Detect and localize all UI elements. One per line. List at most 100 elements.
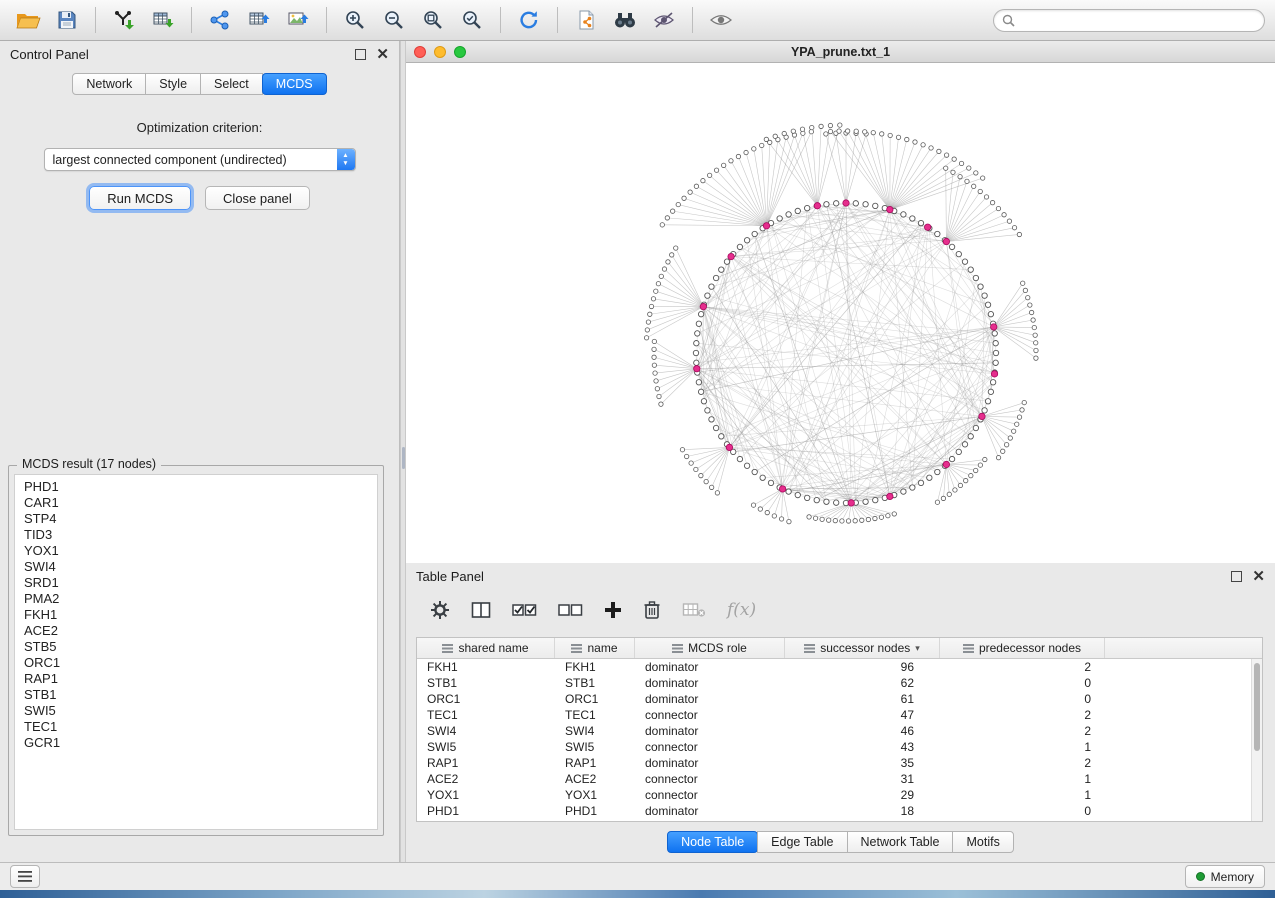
binoculars-icon bbox=[613, 10, 637, 30]
zoom-fit-button[interactable] bbox=[415, 5, 451, 36]
show-all-button[interactable] bbox=[703, 5, 739, 36]
search-input[interactable] bbox=[1020, 12, 1256, 28]
zoom-out-button[interactable] bbox=[376, 5, 412, 36]
splitter-grip[interactable] bbox=[402, 447, 405, 469]
column-type-icon bbox=[571, 644, 582, 653]
search-field[interactable] bbox=[993, 9, 1265, 32]
table-row[interactable]: ORC1ORC1dominator610 bbox=[417, 691, 1252, 707]
fx-icon[interactable]: f(x) bbox=[727, 600, 756, 620]
close-table-panel-icon[interactable]: ✕ bbox=[1252, 569, 1265, 584]
table-scrollbar-thumb[interactable] bbox=[1254, 663, 1260, 751]
mcds-result-item[interactable]: STB5 bbox=[15, 639, 377, 655]
save-session-button[interactable] bbox=[49, 5, 85, 36]
mcds-result-item[interactable]: SWI5 bbox=[15, 703, 377, 719]
mcds-result-item[interactable]: PMA2 bbox=[15, 591, 377, 607]
table-cell: dominator bbox=[635, 691, 785, 707]
table-cell: RAP1 bbox=[417, 755, 555, 771]
mcds-result-item[interactable]: CAR1 bbox=[15, 495, 377, 511]
mcds-result-item[interactable]: YOX1 bbox=[15, 543, 377, 559]
refresh-button[interactable] bbox=[511, 5, 547, 36]
delete-column-icon[interactable] bbox=[682, 601, 706, 619]
gear-icon[interactable] bbox=[430, 600, 450, 620]
mcds-result-item[interactable]: STP4 bbox=[15, 511, 377, 527]
network-title-bar[interactable]: YPA_prune.txt_1 bbox=[406, 41, 1275, 63]
mcds-result-item[interactable]: SWI4 bbox=[15, 559, 377, 575]
find-button[interactable] bbox=[607, 5, 643, 36]
run-mcds-button[interactable]: Run MCDS bbox=[89, 186, 191, 210]
trash-icon[interactable] bbox=[643, 600, 661, 620]
hide-selected-button[interactable] bbox=[646, 5, 682, 36]
table-cell: 18 bbox=[785, 803, 940, 819]
select-all-icon[interactable] bbox=[512, 601, 537, 619]
add-row-icon[interactable] bbox=[604, 601, 622, 619]
tab-motifs[interactable]: Motifs bbox=[952, 831, 1013, 853]
table-cell: TEC1 bbox=[555, 707, 635, 723]
mcds-result-groupbox: MCDS result (17 nodes) PHD1CAR1STP4TID3Y… bbox=[8, 465, 384, 836]
export-image-button[interactable] bbox=[280, 5, 316, 36]
table-row[interactable]: ACE2ACE2connector311 bbox=[417, 771, 1252, 787]
mcds-result-item[interactable]: STB1 bbox=[15, 687, 377, 703]
tab-network[interactable]: Network bbox=[72, 73, 146, 95]
clone-network-button[interactable] bbox=[568, 5, 604, 36]
import-network-button[interactable] bbox=[106, 5, 142, 36]
float-panel-icon[interactable] bbox=[355, 49, 366, 60]
unselect-all-icon[interactable] bbox=[558, 601, 583, 619]
mcds-result-item[interactable]: ORC1 bbox=[15, 655, 377, 671]
open-file-button[interactable] bbox=[10, 5, 46, 36]
table-row[interactable]: PHD1PHD1dominator180 bbox=[417, 803, 1252, 819]
column-type-icon bbox=[804, 644, 815, 653]
network-canvas[interactable] bbox=[406, 63, 1275, 564]
export-image-icon bbox=[287, 10, 309, 30]
table-row[interactable]: FKH1FKH1dominator962 bbox=[417, 659, 1252, 675]
tab-node-table[interactable]: Node Table bbox=[667, 831, 758, 853]
table-scrollbar[interactable] bbox=[1251, 659, 1262, 821]
mcds-result-item[interactable]: TEC1 bbox=[15, 719, 377, 735]
tab-select[interactable]: Select bbox=[200, 73, 263, 95]
mcds-result-item[interactable]: GCR1 bbox=[15, 735, 377, 751]
column-header-name[interactable]: name bbox=[555, 638, 635, 658]
table-row[interactable]: YOX1YOX1connector291 bbox=[417, 787, 1252, 803]
open-folder-icon bbox=[16, 10, 41, 30]
float-table-panel-icon[interactable] bbox=[1231, 571, 1242, 582]
tab-style[interactable]: Style bbox=[145, 73, 201, 95]
mcds-result-item[interactable]: TID3 bbox=[15, 527, 377, 543]
mcds-result-item[interactable]: SRD1 bbox=[15, 575, 377, 591]
table-cell: 61 bbox=[785, 691, 940, 707]
column-header-shared-name[interactable]: shared name bbox=[417, 638, 555, 658]
table-cell: 29 bbox=[785, 787, 940, 803]
table-row[interactable]: SWI4SWI4dominator462 bbox=[417, 723, 1252, 739]
table-row[interactable]: RAP1RAP1dominator352 bbox=[417, 755, 1252, 771]
import-table-button[interactable] bbox=[145, 5, 181, 36]
table-row[interactable]: SWI5SWI5connector431 bbox=[417, 739, 1252, 755]
close-panel-icon[interactable]: ✕ bbox=[376, 47, 389, 62]
table-row[interactable]: STB1STB1dominator620 bbox=[417, 675, 1252, 691]
column-header-successor-nodes[interactable]: successor nodes ▾ bbox=[785, 638, 940, 658]
table-row[interactable]: TEC1TEC1connector472 bbox=[417, 707, 1252, 723]
zoom-selected-button[interactable] bbox=[454, 5, 490, 36]
mcds-result-item[interactable]: FKH1 bbox=[15, 607, 377, 623]
mcds-result-item[interactable]: PHD1 bbox=[15, 479, 377, 495]
tab-edge-table[interactable]: Edge Table bbox=[757, 831, 847, 853]
export-table-button[interactable] bbox=[241, 5, 277, 36]
columns-icon[interactable] bbox=[471, 601, 491, 619]
memory-button[interactable]: Memory bbox=[1185, 865, 1265, 888]
memory-label: Memory bbox=[1211, 870, 1254, 884]
close-panel-button[interactable]: Close panel bbox=[205, 186, 310, 210]
optimization-criterion-select[interactable]: largest connected component (undirected)… bbox=[44, 148, 356, 171]
zoom-in-button[interactable] bbox=[337, 5, 373, 36]
tab-mcds[interactable]: MCDS bbox=[262, 73, 327, 95]
toolbar-separator bbox=[500, 7, 501, 33]
table-cell: connector bbox=[635, 787, 785, 803]
mcds-result-item[interactable]: RAP1 bbox=[15, 671, 377, 687]
node-table-body: FKH1FKH1dominator962STB1STB1dominator620… bbox=[417, 659, 1252, 821]
status-bar: Memory bbox=[0, 862, 1275, 890]
export-network-button[interactable] bbox=[202, 5, 238, 36]
mcds-result-list[interactable]: PHD1CAR1STP4TID3YOX1SWI4SRD1PMA2FKH1ACE2… bbox=[14, 474, 378, 830]
column-header-mcds-role[interactable]: MCDS role bbox=[635, 638, 785, 658]
tab-network-table[interactable]: Network Table bbox=[847, 831, 954, 853]
column-header-predecessor-nodes[interactable]: predecessor nodes bbox=[940, 638, 1105, 658]
status-menu-button[interactable] bbox=[10, 865, 40, 888]
search-icon bbox=[1002, 14, 1015, 27]
mcds-result-item[interactable]: ACE2 bbox=[15, 623, 377, 639]
table-cell: connector bbox=[635, 739, 785, 755]
